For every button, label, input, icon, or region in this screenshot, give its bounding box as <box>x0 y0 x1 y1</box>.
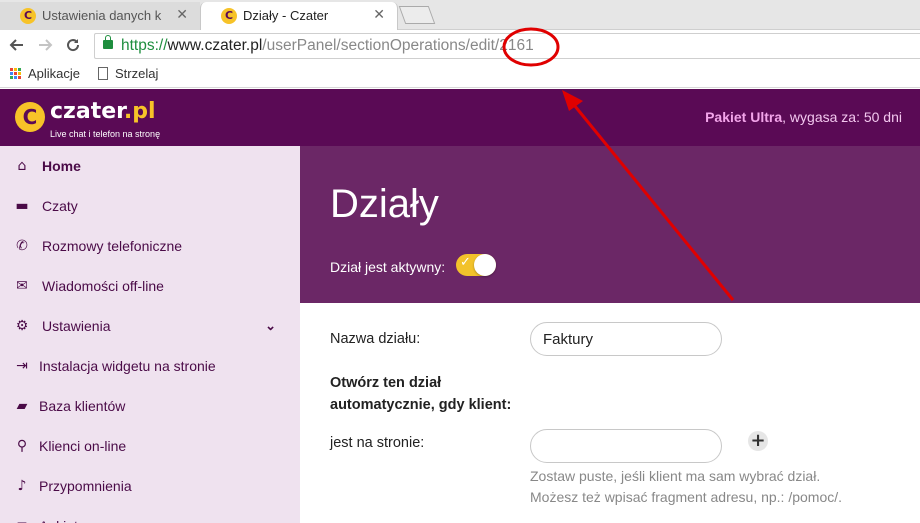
apps-grid-icon <box>10 68 21 79</box>
plan-name: Pakiet Ultra <box>705 109 783 125</box>
forward-arrow-icon[interactable] <box>36 36 54 54</box>
sidebar-item-label: Ustawienia <box>42 318 111 334</box>
screenshot-root: C Ustawienia danych kli ✕ C Działy - Cza… <box>0 0 920 523</box>
url-scheme: https:// <box>121 37 168 54</box>
hint-line1: Zostaw puste, jeśli klient ma sam wybrać… <box>530 468 821 484</box>
sign-in-icon: ⇥ <box>16 358 28 374</box>
logo-name: czater <box>50 99 124 124</box>
logo-tld: .pl <box>123 99 156 124</box>
department-form: Nazwa działu: Faktury Otwórz ten dział a… <box>300 303 920 523</box>
close-tab-icon[interactable]: ✕ <box>373 7 385 23</box>
bell-icon: ♪ <box>17 478 27 494</box>
toggle-knob <box>474 254 496 276</box>
reload-icon[interactable] <box>64 36 82 54</box>
address-bar[interactable]: https://www.czater.pl/userPanel/sectionO… <box>94 33 920 59</box>
browser-toolbar: https://www.czater.pl/userPanel/sectionO… <box>0 30 920 62</box>
back-arrow-icon[interactable] <box>8 36 26 54</box>
sidebar-item-label: Baza klientów <box>39 398 126 414</box>
gear-icon: ⚙ <box>15 318 29 334</box>
plan-expiry: , wygasa za: 50 dni <box>782 109 902 125</box>
active-toggle[interactable]: ✓ <box>456 254 496 276</box>
url-text: https://www.czater.pl/userPanel/sectionO… <box>121 37 534 55</box>
sidebar-item-rozmowy-telefoniczne[interactable]: ✆ Rozmowy telefoniczne <box>0 226 300 266</box>
apps-grid-dot <box>10 72 13 75</box>
auto-open-label-line1: Otwórz ten dział <box>330 375 442 391</box>
bookmark-label: Aplikacje <box>28 66 81 81</box>
sidebar-item-przypomnienia[interactable]: ♪ Przypomnienia <box>0 466 300 506</box>
on-page-label: jest na stronie: <box>330 435 425 451</box>
envelope-icon: ✉ <box>16 278 28 294</box>
sidebar-item-ustawienia[interactable]: ⚙ Ustawienia ⌄ <box>0 306 300 346</box>
sidebar-item-label: Wiadomości off-line <box>42 278 164 294</box>
on-page-input[interactable] <box>530 429 722 463</box>
sidebar-item-label: Instalacja widgetu na stronie <box>39 358 216 374</box>
tab-title: Działy - Czater <box>243 8 329 23</box>
sidebar: ⌂ Home ▬ Czaty ✆ Rozmowy telefoniczne ✉ Wiadomo… <box>0 146 300 523</box>
new-tab-button[interactable] <box>398 6 436 24</box>
apps-grid-dot <box>14 72 17 75</box>
sidebar-item-instalacja-widgetu-na-stronie[interactable]: ⇥ Instalacja widgetu na stronie <box>0 346 300 386</box>
check-icon: ✓ <box>460 255 471 270</box>
czater-logo-icon[interactable]: C <box>15 102 45 132</box>
bookmark-label: Strzelaj <box>115 66 159 81</box>
lock-icon <box>103 35 113 49</box>
sidebar-item-baza-klientów[interactable]: ▰ Baza klientów <box>0 386 300 426</box>
sidebar-item-label: Klienci on-line <box>39 438 127 454</box>
sidebar-item-label: Home <box>42 158 81 174</box>
phone-icon: ✆ <box>16 238 28 254</box>
browser-tabstrip: C Ustawienia danych kli ✕ C Działy - Cza… <box>0 0 920 30</box>
browser-tab-settings[interactable]: C Ustawienia danych kli ✕ <box>0 2 200 30</box>
page-hero: Działy Dział jest aktywny: ✓ <box>300 146 920 303</box>
folder-icon: ▰ <box>16 398 28 414</box>
sidebar-item-label: Przypomnienia <box>39 478 132 494</box>
apps-grid-dot <box>18 76 21 79</box>
sidebar-item-home[interactable]: ⌂ Home <box>0 146 300 186</box>
bookmarks-bar: Aplikacje Strzelaj <box>0 62 920 88</box>
list-icon: ≡ <box>14 518 30 523</box>
chevron-down-icon[interactable]: ⌄ <box>265 318 276 334</box>
sidebar-item-label: Ankiety <box>39 518 85 523</box>
czater-favicon-icon: C <box>221 8 237 24</box>
apps-grid-dot <box>18 72 21 75</box>
chat-icon: ▬ <box>15 198 29 214</box>
tab-title: Ustawienia danych kli <box>42 8 162 23</box>
apps-grid-dot <box>14 68 17 71</box>
logo-text[interactable]: czater.pl <box>50 99 156 124</box>
search-icon: ⚲ <box>16 438 28 454</box>
hint-line2: Możesz też wpisać fragment adresu, np.: … <box>530 489 843 505</box>
name-input[interactable]: Faktury <box>530 322 722 356</box>
add-plus-icon[interactable]: + <box>748 431 768 451</box>
name-label: Nazwa działu: <box>330 331 421 347</box>
sidebar-item-czaty[interactable]: ▬ Czaty <box>0 186 300 226</box>
home-icon: ⌂ <box>17 158 27 174</box>
url-host: www.czater.pl <box>167 37 263 54</box>
plan-status[interactable]: Pakiet Ultra, wygasa za: 50 dni <box>705 109 902 125</box>
apps-grid-dot <box>18 68 21 71</box>
bookmark-strzelaj[interactable]: Strzelaj <box>98 66 158 81</box>
apps-grid-dot <box>10 76 13 79</box>
sidebar-item-ankiety[interactable]: ≡ Ankiety <box>0 506 300 523</box>
bookmark-apps[interactable]: Aplikacje <box>10 66 80 81</box>
app-header: C czater.pl Live chat i telefon na stron… <box>0 89 920 146</box>
apps-grid-dot <box>14 76 17 79</box>
url-path: /userPanel/sectionOperations/edit/2161 <box>262 37 534 54</box>
sidebar-item-label: Rozmowy telefoniczne <box>42 238 183 254</box>
browser-tab-dzialy[interactable]: C Działy - Czater ✕ <box>200 2 398 30</box>
logo-tagline: Live chat i telefon na stronę <box>50 129 161 139</box>
sidebar-item-label: Czaty <box>42 198 78 214</box>
auto-open-label-line2: automatycznie, gdy klient: <box>330 397 512 413</box>
sidebar-item-wiadomości-off-line[interactable]: ✉ Wiadomości off-line <box>0 266 300 306</box>
page-title: Działy <box>330 182 439 226</box>
czater-favicon-icon: C <box>20 8 36 24</box>
page-icon <box>98 67 108 80</box>
apps-grid-dot <box>10 68 13 71</box>
sidebar-item-klienci-on-line[interactable]: ⚲ Klienci on-line <box>0 426 300 466</box>
active-toggle-label: Dział jest aktywny: <box>330 259 446 275</box>
close-tab-icon[interactable]: ✕ <box>176 7 188 23</box>
